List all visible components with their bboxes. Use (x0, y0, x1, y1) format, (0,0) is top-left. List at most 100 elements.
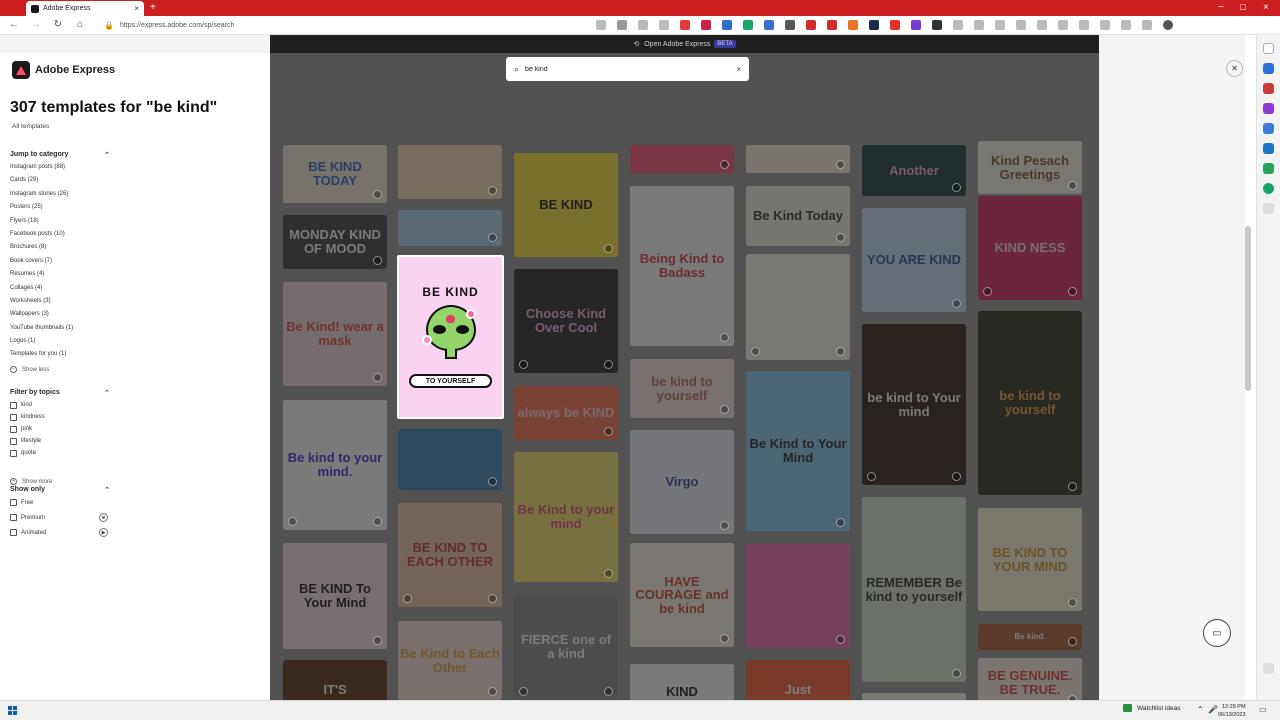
template-card[interactable]: be kind to Your mind (862, 324, 966, 485)
template-card[interactable]: be kind to yourself (978, 311, 1082, 495)
chevron-up-icon[interactable]: ⌃ (1197, 705, 1204, 714)
windows-start-icon[interactable] (8, 706, 17, 715)
collections-icon[interactable] (1016, 20, 1026, 30)
extension-icon-8[interactable] (869, 20, 879, 30)
category-item[interactable]: Cards (29) (10, 174, 73, 187)
jump-to-category-header[interactable]: Jump to category ⌃ (10, 151, 110, 159)
outlook-icon[interactable] (1263, 143, 1274, 154)
template-card[interactable]: Kind Pesach Greetings (978, 141, 1082, 194)
template-card[interactable]: BE KIND (514, 153, 618, 257)
template-card[interactable]: Kind Pesach Greetings (862, 693, 966, 700)
extension-icon-3[interactable] (722, 20, 732, 30)
games-icon[interactable] (1263, 123, 1274, 134)
copilot-icon[interactable] (1263, 63, 1274, 74)
template-card[interactable]: Being Kind to Badass (630, 186, 734, 346)
template-card[interactable]: Be Kind to Each Other (398, 621, 502, 700)
read-aloud-icon[interactable] (617, 20, 627, 30)
extension-icon-4[interactable] (764, 20, 774, 30)
template-card[interactable]: Be kind to your mind. (283, 400, 387, 530)
grammarly-icon[interactable] (743, 20, 753, 30)
feedback-chat-button[interactable]: ▭ (1203, 619, 1231, 647)
apps-icon[interactable] (1079, 20, 1089, 30)
template-card[interactable] (746, 544, 850, 648)
template-card[interactable]: YOU ARE KIND (862, 208, 966, 312)
close-search-button[interactable]: ✕ (1226, 60, 1243, 77)
template-card[interactable]: Choose Kind Over Cool (514, 269, 618, 373)
template-card[interactable]: Be Kind! wear a mask (283, 282, 387, 386)
template-card[interactable]: REMEMBER Be kind to yourself (862, 497, 966, 682)
add-sidebar-icon[interactable] (1263, 203, 1274, 214)
topic-checkbox[interactable]: kind (10, 399, 45, 411)
performance-icon[interactable] (1100, 20, 1110, 30)
extension-icon-9[interactable] (890, 20, 900, 30)
template-card[interactable]: Virgo (630, 430, 734, 534)
shopping-icon[interactable] (1263, 83, 1274, 94)
downloads-icon[interactable] (1058, 20, 1068, 30)
url-field[interactable]: 🔒 https://express.adobe.com/sp/search (104, 19, 674, 32)
template-card[interactable]: IT'S (283, 660, 387, 700)
minimize-icon[interactable]: − (1218, 0, 1224, 16)
template-card[interactable]: Be kind. (978, 624, 1082, 650)
extension-icon-6[interactable] (806, 20, 816, 30)
extension-icon-10[interactable] (911, 20, 921, 30)
page-scrollbar[interactable] (1245, 226, 1251, 391)
system-clock[interactable]: 12:29 PM 06/13/2023 (1218, 703, 1246, 719)
template-card[interactable]: HAVE COURAGE and be kind (630, 543, 734, 647)
profile-avatar[interactable] (1163, 20, 1173, 30)
template-card[interactable] (398, 145, 502, 199)
topic-checkbox[interactable]: lifestyle (10, 435, 45, 447)
browser-essentials-icon[interactable] (1121, 20, 1131, 30)
category-item[interactable]: Wallpapers (3) (10, 308, 73, 321)
show-less-button[interactable]: − Show less (10, 366, 49, 373)
drop-icon[interactable] (1263, 163, 1274, 174)
open-express-banner[interactable]: ⟲ Open Adobe Express BETA (270, 35, 1099, 53)
search-box[interactable]: ⌕ × (506, 57, 749, 81)
template-card[interactable] (746, 254, 850, 360)
category-item[interactable]: Posters (25) (10, 201, 73, 214)
pdf-icon[interactable] (827, 20, 837, 30)
category-item[interactable]: Logos (1) (10, 335, 73, 348)
template-card[interactable]: Be Kind Today (746, 186, 850, 246)
category-item[interactable]: Facebook posts (10) (10, 228, 73, 241)
template-card[interactable]: Just (746, 660, 850, 700)
home-icon[interactable]: ⌂ (74, 19, 86, 30)
template-card[interactable]: Be Kind to Your Mind (746, 371, 850, 531)
app-available-icon[interactable] (596, 20, 606, 30)
browser-tab[interactable]: Adobe Express × (26, 1, 144, 16)
feedback-icon[interactable] (1142, 20, 1152, 30)
topic-checkbox[interactable]: quote (10, 447, 45, 459)
tab-close-icon[interactable]: × (134, 4, 139, 13)
extension-icon-2[interactable] (701, 20, 711, 30)
extension-icon-5[interactable] (785, 20, 795, 30)
template-card[interactable]: FIERCE one of a kind (514, 594, 618, 700)
filter-by-topics-header[interactable]: Filter by topics ⌃ (10, 389, 110, 397)
forward-icon[interactable]: → (30, 19, 42, 30)
highlighted-template-card[interactable]: BE KIND TO YOURSELF (397, 255, 504, 419)
favorite-star-icon[interactable] (659, 20, 669, 30)
category-item[interactable]: Instagram stories (26) (10, 188, 73, 201)
template-card[interactable]: BE KIND To Your Mind (283, 543, 387, 649)
window-close-icon[interactable]: × (1263, 0, 1269, 16)
grammarly-sidebar-icon[interactable] (1263, 183, 1274, 194)
extensions-puzzle-icon[interactable] (953, 20, 963, 30)
search-input[interactable] (525, 65, 716, 73)
tools-icon[interactable] (1263, 103, 1274, 114)
category-item[interactable]: Worksheets (3) (10, 295, 73, 308)
clear-search-icon[interactable]: × (736, 65, 741, 74)
template-card[interactable]: BE GENUINE. BE TRUE. (978, 658, 1082, 700)
template-card[interactable]: BE KIND TO EACH OTHER (398, 503, 502, 607)
template-card[interactable]: MONDAY KIND OF MOOD (283, 215, 387, 269)
extension-icon-1[interactable] (680, 20, 690, 30)
category-item[interactable]: Instagram posts (88) (10, 161, 73, 174)
template-card[interactable]: KIND NESS (978, 196, 1082, 300)
extension-icon-7[interactable] (848, 20, 858, 30)
sidebar-settings-icon[interactable] (1263, 663, 1274, 674)
all-templates-link[interactable]: All templates (12, 123, 49, 130)
topic-checkbox[interactable]: pink (10, 423, 45, 435)
category-item[interactable]: Flyers (18) (10, 215, 73, 228)
maximize-icon[interactable]: □ (1240, 0, 1246, 16)
template-card[interactable]: BE KIND TODAY (283, 145, 387, 203)
category-item[interactable]: Resumes (4) (10, 268, 73, 281)
back-icon[interactable]: ← (8, 19, 20, 30)
template-card[interactable] (398, 429, 502, 490)
